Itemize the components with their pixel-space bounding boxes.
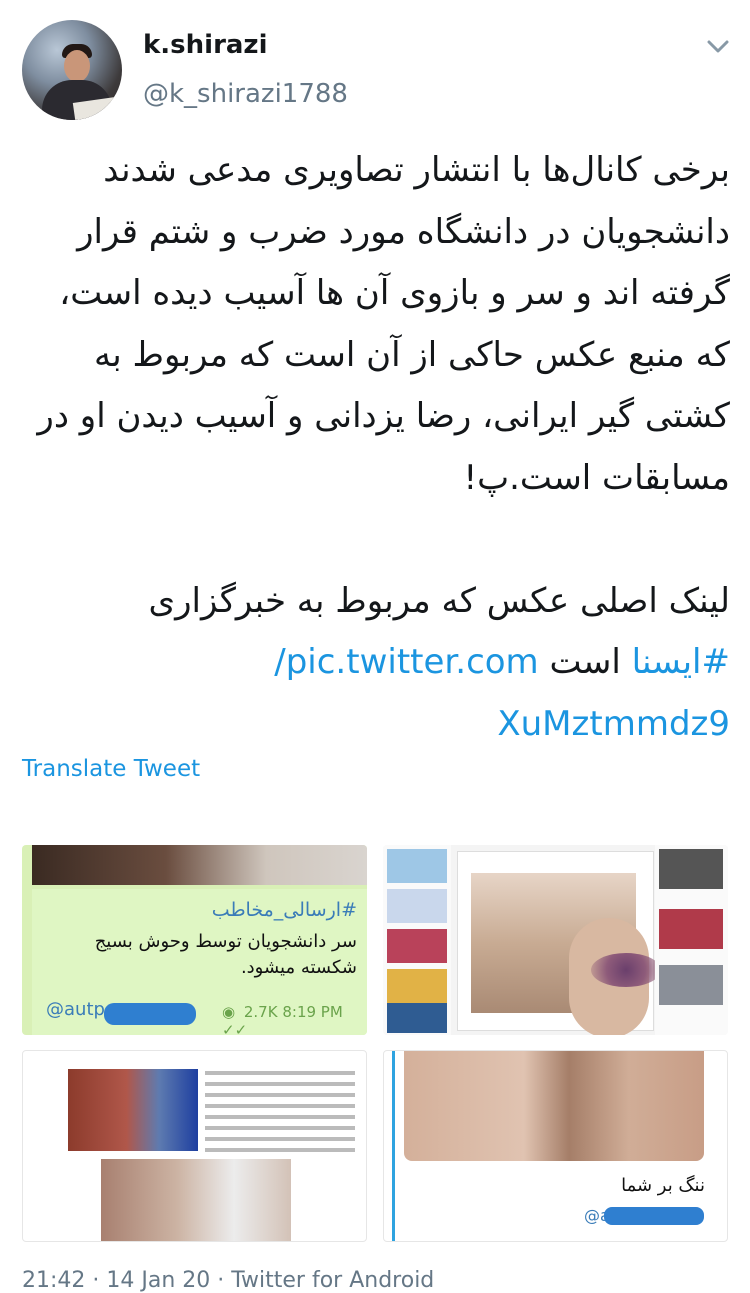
forwarded-label: #ارسالی_مخاطب	[211, 899, 357, 921]
chat-meta: ◉ 2.7K 8:19 PM ✓✓	[222, 1003, 367, 1035]
double-check-icon: ✓✓	[222, 1021, 248, 1035]
redaction-mark-2	[604, 1207, 704, 1225]
chat-message: سر دانشجویان توسط وحوش بسیج شکسته میشود.	[94, 931, 357, 978]
injury-photo-2	[101, 1159, 291, 1241]
avatar-face	[64, 50, 90, 82]
news-left-sidebar	[383, 845, 451, 1035]
rthumb-1	[659, 849, 723, 889]
tweet-timestamp: 21:42 · 14 Jan 20 · Twitter for Android	[22, 1268, 435, 1293]
chevron-down-icon[interactable]	[707, 39, 729, 55]
media-image-4[interactable]: ننگ بر شما @a	[383, 1050, 728, 1242]
thumb-5	[387, 1003, 447, 1033]
eye-icon: ◉	[222, 1003, 236, 1021]
media-image-2[interactable]	[383, 845, 728, 1035]
pic-link-part1[interactable]: pic.twitter.com/	[274, 642, 538, 682]
rthumb-2	[659, 909, 723, 949]
chat-photo	[32, 845, 367, 885]
chat-bubble: #ارسالی_مخاطب سر دانشجویان توسط وحوش بسی…	[32, 889, 367, 1035]
redaction-mark	[104, 1003, 196, 1025]
injury-photo	[471, 873, 661, 1035]
translate-tweet-link[interactable]: Translate Tweet	[22, 756, 200, 782]
user-display-name[interactable]: k.shirazi	[143, 30, 267, 60]
tweet-paragraph-2: لینک اصلی عکس که مربوط به خبرگزاری	[148, 580, 731, 621]
wrestling-photo	[68, 1069, 198, 1151]
article-text-lines	[205, 1071, 355, 1159]
pic-link-part2[interactable]: XuMztmmdz9	[497, 704, 730, 744]
tweet-paragraph-1: برخی کانال‌ها با انتشار تصاویری مدعی شدن…	[37, 150, 730, 498]
thumb-2	[387, 889, 447, 923]
hashtag-link[interactable]: #ایسنا	[632, 642, 730, 682]
thumb-4	[387, 969, 447, 1003]
bruise-mark	[591, 953, 661, 987]
news-right-sidebar	[655, 845, 728, 1035]
media-image-3[interactable]	[22, 1050, 367, 1242]
tweet-link-line: #ایسنا است pic.twitter.com/	[20, 632, 730, 694]
word-is: است	[549, 642, 621, 682]
pic-link-line-2: XuMztmmdz9	[20, 694, 730, 756]
reply-bar	[392, 1051, 395, 1241]
tweet-body: برخی کانال‌ها با انتشار تصاویری مدعی شدن…	[20, 140, 730, 755]
user-handle[interactable]: @k_shirazi1788	[143, 79, 348, 109]
rthumb-3	[659, 965, 723, 1005]
caption-text: ننگ بر شما	[621, 1175, 705, 1196]
media-image-1[interactable]: #ارسالی_مخاطب سر دانشجویان توسط وحوش بسی…	[22, 845, 367, 1035]
thumb-1	[387, 849, 447, 883]
view-count: 2.7K	[243, 1003, 278, 1021]
chat-time: 8:19 PM	[282, 1003, 343, 1021]
arm-closeup-photo	[404, 1051, 704, 1161]
thumb-3	[387, 929, 447, 963]
chat-sender: @autp	[46, 999, 105, 1020]
profile-avatar[interactable]	[22, 20, 122, 120]
